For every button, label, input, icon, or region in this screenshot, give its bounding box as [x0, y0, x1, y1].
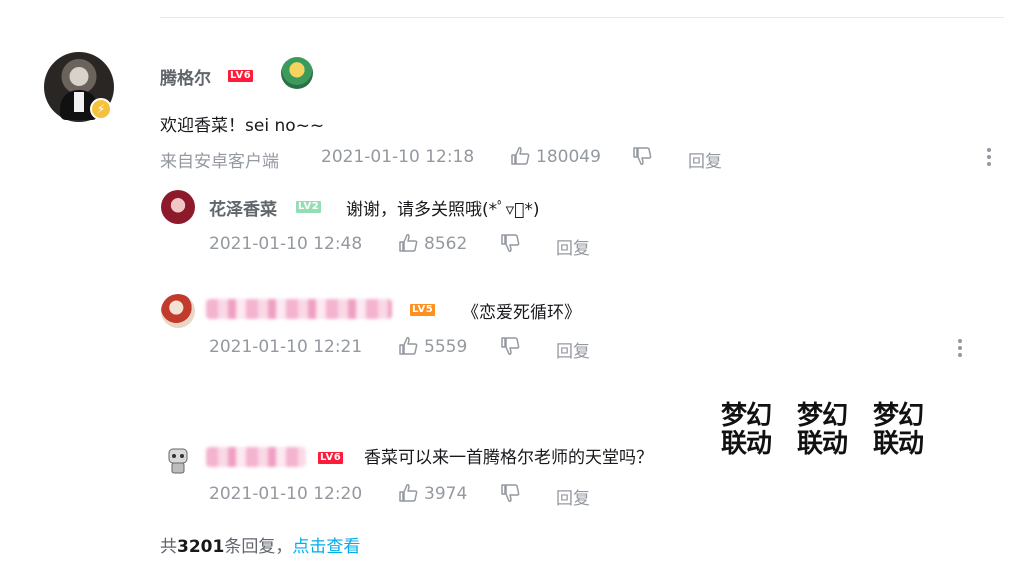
main-comment-text: 欢迎香菜！sei no~~ — [160, 116, 325, 136]
more-options-icon[interactable] — [986, 147, 992, 167]
sticker-line2: 联动 — [720, 429, 772, 459]
main-level-badge: LV6 — [228, 70, 254, 82]
footer-count: 3201 — [177, 537, 225, 557]
main-time: 2021-01-10 12:18 — [321, 147, 475, 167]
reply3-username-blurred[interactable] — [206, 447, 306, 467]
reply2-username-blurred[interactable] — [206, 299, 392, 319]
thumb-up-icon[interactable] — [510, 147, 530, 165]
thumb-down-icon[interactable] — [632, 147, 652, 165]
reply3-reply-button[interactable]: 回复 — [556, 484, 590, 509]
reply1-text: 谢谢，请多关照哦(*ﾟ▿ﾟ*) — [346, 200, 540, 220]
thumb-down-icon[interactable] — [500, 234, 520, 252]
reply3-level-badge: LV6 — [318, 452, 344, 464]
reply1-like-count: 8562 — [424, 234, 468, 254]
reply3-time: 2021-01-10 12:20 — [209, 484, 363, 504]
top-divider — [160, 17, 1004, 18]
reply2-text: 《恋爱死循环》 — [462, 303, 581, 323]
avatar-shirt — [74, 92, 84, 112]
sticker-line1: 梦幻 — [872, 401, 924, 431]
view-all-replies-link[interactable]: 点击查看 — [292, 537, 360, 557]
sticker-line1: 梦幻 — [796, 401, 848, 431]
reply3-avatar[interactable] — [161, 443, 195, 477]
reply3-like-count: 3974 — [424, 484, 468, 504]
reply1-reply-button[interactable]: 回复 — [556, 234, 590, 259]
more-options-icon[interactable] — [957, 338, 963, 358]
thumb-up-icon[interactable] — [398, 484, 418, 502]
reply2-avatar[interactable] — [161, 294, 195, 328]
cartoon-avatar-icon — [168, 448, 188, 474]
fan-medal-icon — [281, 57, 313, 89]
reply1-avatar[interactable] — [161, 190, 195, 224]
reply2-like-count: 5559 — [424, 337, 468, 357]
main-source: 来自安卓客户端 — [160, 152, 279, 172]
thumb-up-icon[interactable] — [398, 337, 418, 355]
thumb-down-icon[interactable] — [500, 484, 520, 502]
thumb-up-icon[interactable] — [398, 234, 418, 252]
reply2-reply-button[interactable]: 回复 — [556, 337, 590, 362]
main-username[interactable]: 腾格尔 — [160, 64, 211, 89]
sticker-emoji: 梦幻 联动 — [710, 402, 782, 468]
reply2-time: 2021-01-10 12:21 — [209, 337, 363, 357]
footer-prefix: 共 — [160, 537, 177, 557]
reply2-level-badge: LV5 — [410, 304, 436, 316]
reply1-level-badge: LV2 — [296, 201, 322, 213]
thumb-down-icon[interactable] — [500, 337, 520, 355]
reply-count-footer: 共3201条回复，点击查看 — [160, 532, 360, 557]
main-like-count: 180049 — [536, 147, 601, 167]
sticker-emoji: 梦幻 联动 — [862, 402, 934, 468]
reply1-username[interactable]: 花泽香菜 — [209, 195, 277, 220]
footer-suffix: 条回复， — [224, 537, 293, 557]
verified-badge-icon: ⚡ — [90, 98, 112, 120]
sticker-row: 梦幻 联动 梦幻 联动 梦幻 联动 — [710, 402, 940, 468]
main-reply-button[interactable]: 回复 — [688, 147, 722, 172]
reply1-time: 2021-01-10 12:48 — [209, 234, 363, 254]
sticker-emoji: 梦幻 联动 — [786, 402, 858, 468]
sticker-line2: 联动 — [796, 429, 848, 459]
sticker-line1: 梦幻 — [720, 401, 772, 431]
reply3-text: 香菜可以来一首腾格尔老师的天堂吗？ — [364, 448, 653, 468]
sticker-line2: 联动 — [872, 429, 924, 459]
